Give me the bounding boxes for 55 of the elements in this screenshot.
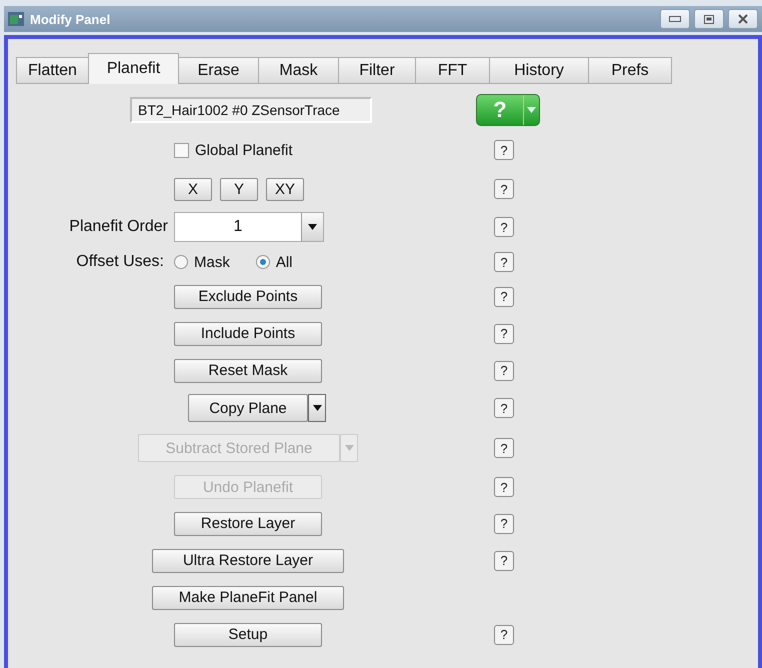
help-button[interactable]: ? — [494, 324, 514, 344]
dropdown-button[interactable] — [308, 394, 326, 422]
action-button[interactable]: Exclude Points — [174, 284, 322, 308]
tab[interactable]: Planefit — [88, 53, 179, 84]
window-title: Modify Panel — [30, 12, 110, 26]
action-button[interactable]: Copy Plane — [188, 394, 308, 422]
field-label: Offset Uses: — [76, 253, 164, 271]
close-icon — [738, 14, 748, 24]
caret-icon — [344, 445, 354, 451]
dropdown-button[interactable] — [301, 213, 323, 241]
action-button[interactable]: Setup — [174, 622, 322, 646]
help-button[interactable]: ? — [494, 624, 514, 644]
tab[interactable]: FFT — [415, 57, 490, 84]
minimize-icon — [669, 16, 681, 22]
field-label: Planefit Order — [69, 218, 168, 236]
tab[interactable]: Erase — [178, 57, 259, 84]
minimize-button[interactable] — [660, 9, 690, 29]
dropdown-value: 1 — [232, 217, 244, 237]
tab[interactable]: Prefs — [588, 57, 672, 84]
axis-button[interactable]: Y — [220, 178, 258, 200]
help-button[interactable]: ? — [494, 398, 514, 418]
caret-icon — [308, 224, 317, 230]
order-dropdown[interactable]: 1 — [174, 212, 324, 242]
help-button[interactable]: ? — [494, 179, 514, 199]
maximize-icon — [704, 14, 714, 24]
axis-button[interactable]: XY — [266, 178, 304, 200]
wave-name-field[interactable]: BT2_Hair1002 #0 ZSensorTrace — [130, 97, 372, 123]
help-button[interactable]: ? — [494, 550, 514, 570]
action-button[interactable]: Restore Layer — [174, 512, 322, 536]
checkbox[interactable] — [174, 142, 189, 158]
caret-icon — [527, 107, 536, 113]
maximize-button[interactable] — [694, 9, 724, 29]
close-button[interactable] — [728, 9, 758, 29]
help-button[interactable]: ? — [494, 514, 514, 534]
caret-icon — [312, 405, 322, 411]
help-button[interactable]: ? — [494, 217, 514, 237]
axis-button[interactable]: X — [174, 178, 212, 200]
checkbox-label: Global Planefit — [195, 142, 293, 158]
tab[interactable]: Flatten — [16, 57, 89, 84]
action-button[interactable]: Make PlaneFit Panel — [152, 586, 344, 610]
action-button[interactable]: Include Points — [174, 322, 322, 346]
help-button[interactable]: ? — [494, 360, 514, 380]
action-button[interactable]: Reset Mask — [174, 358, 322, 382]
action-button[interactable]: Ultra Restore Layer — [152, 548, 344, 572]
app-icon — [8, 12, 24, 26]
tab[interactable]: Mask — [258, 57, 339, 84]
radio-button[interactable] — [256, 255, 270, 269]
tab[interactable]: History — [489, 57, 589, 84]
radio-label: All — [276, 254, 293, 270]
radio-button[interactable] — [174, 255, 188, 269]
help-button[interactable]: ? — [494, 252, 514, 272]
help-button[interactable]: ? — [494, 286, 514, 306]
radio-label: Mask — [194, 254, 230, 270]
help-button[interactable]: ? — [494, 140, 514, 160]
tab[interactable]: Filter — [338, 57, 416, 84]
